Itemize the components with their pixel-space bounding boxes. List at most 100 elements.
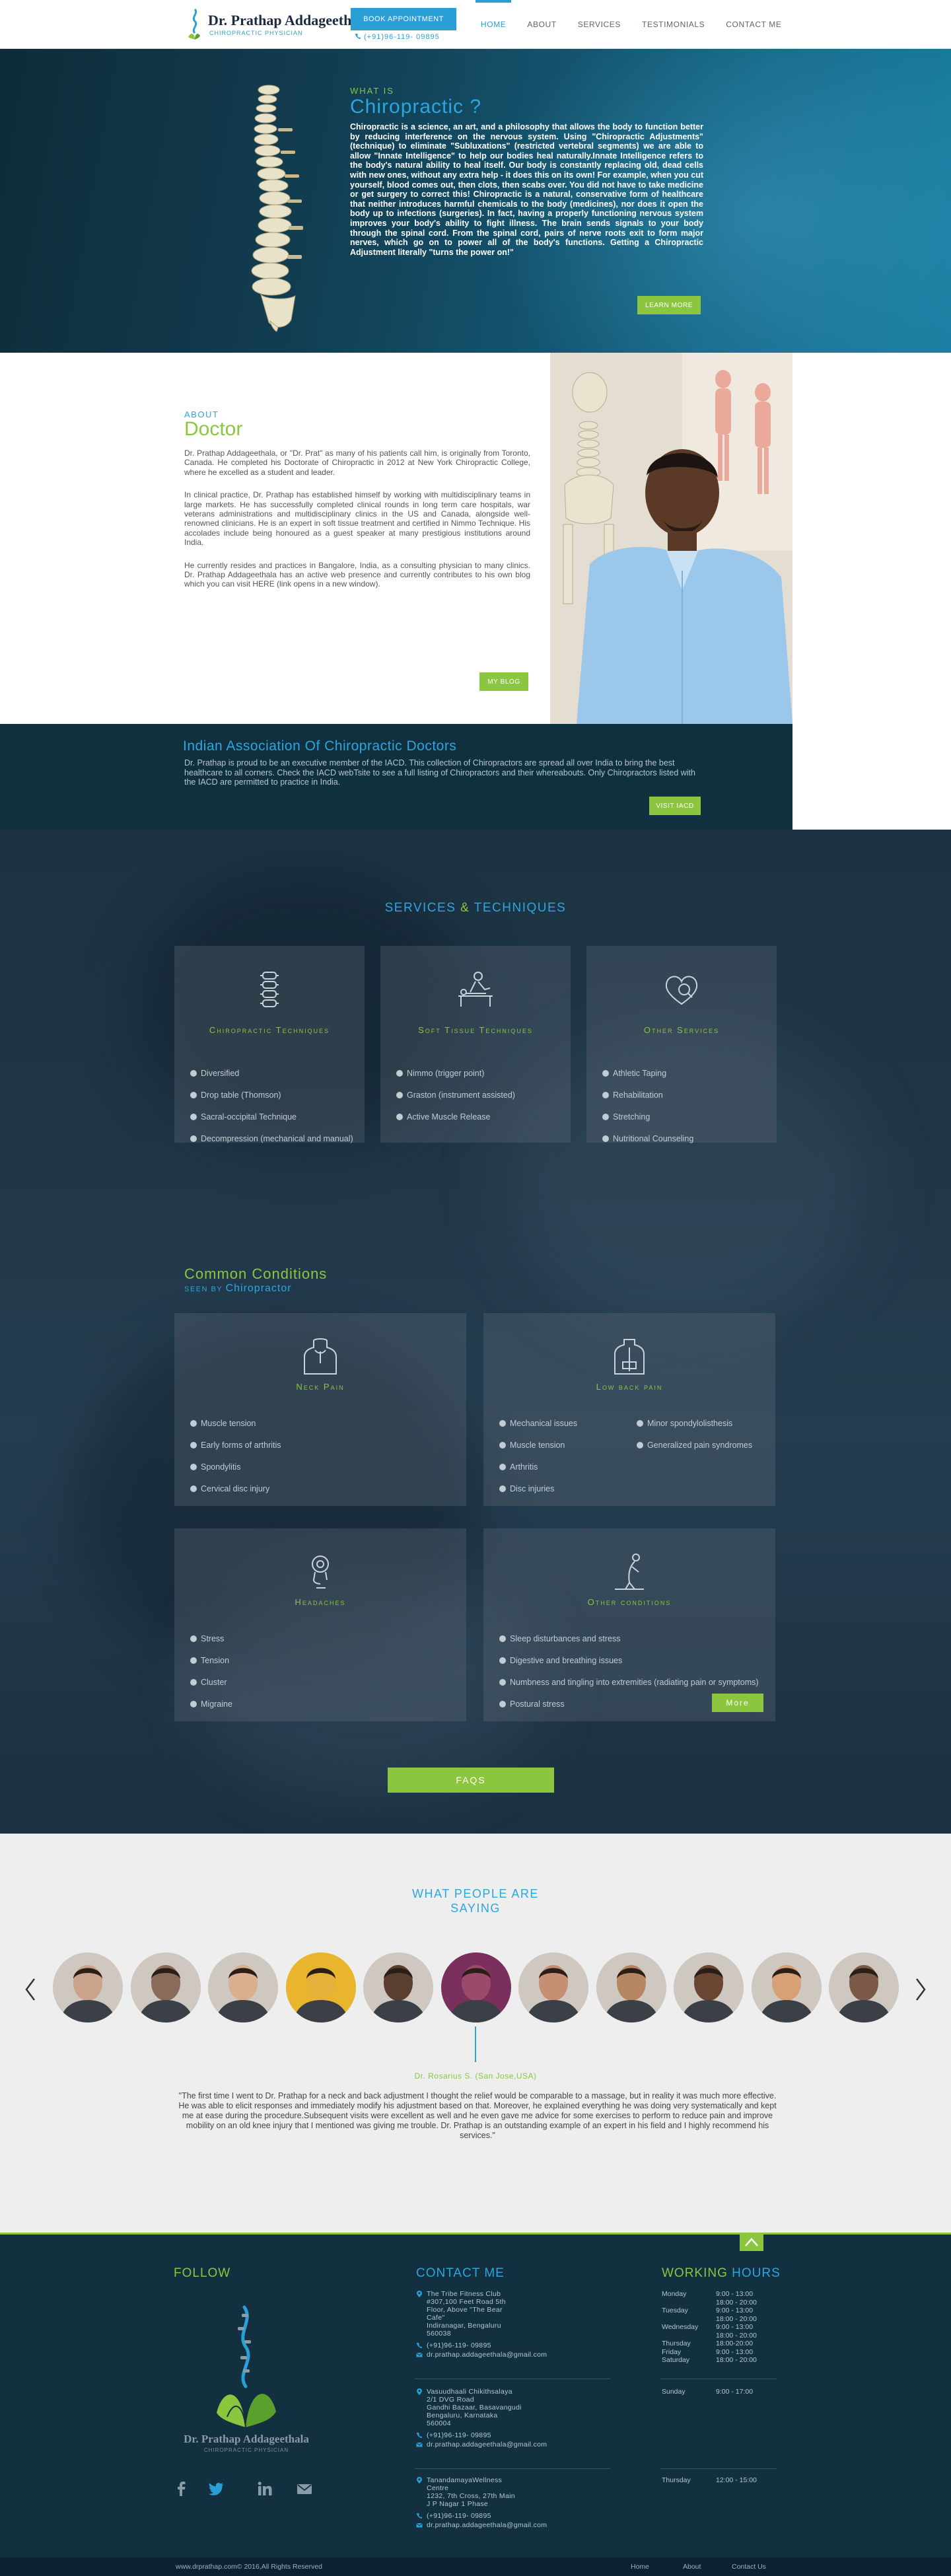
list-item: Digestive and breathing issues	[499, 1656, 763, 1666]
address-line: 1232, 7th Cross, 27th Main	[427, 2492, 515, 2500]
email-address: dr.prathap.addageethala@gmail.com	[427, 2521, 547, 2529]
list-item: Muscle tension	[190, 1419, 441, 1429]
testimonial-avatar[interactable]	[363, 1952, 433, 2022]
copyright: www.drprathap.com© 2016,All Rights Reser…	[176, 2563, 322, 2571]
nav-home[interactable]: HOME	[470, 0, 516, 49]
book-appointment-button[interactable]: BOOK APPOINTMENT	[351, 8, 456, 30]
faqs-button[interactable]: FAQS	[388, 1768, 554, 1793]
condition-list: Muscle tension Early forms of arthritis …	[190, 1419, 441, 1506]
service-card-title: Chiropractic Techniques	[209, 1025, 330, 1035]
location-phone[interactable]: (+91)96-119- 09895	[416, 2342, 608, 2349]
facebook-icon[interactable]	[173, 2480, 190, 2497]
email-address: dr.prathap.addageethala@gmail.com	[427, 2441, 547, 2449]
conditions-sub-a: SEEN BY	[184, 1285, 223, 1293]
scroll-to-top-icon[interactable]	[740, 2233, 763, 2251]
testimonial-avatar[interactable]	[208, 1952, 278, 2022]
hours-time: 18:00-20:00	[716, 2340, 754, 2347]
testimonial-avatar[interactable]	[440, 1952, 511, 2022]
testimonial-avatar[interactable]	[829, 1952, 899, 2022]
list-item: Stress	[190, 1634, 441, 1644]
location-phone[interactable]: (+91)96-119- 09895	[416, 2431, 608, 2439]
testimonial-avatar[interactable]	[596, 1952, 666, 2022]
nav-contact[interactable]: CONTACT ME	[715, 0, 792, 49]
hours-row: 18:00 - 20:00	[662, 2299, 781, 2307]
visit-iacd-button[interactable]: VISIT IACD	[649, 797, 701, 815]
site-header: Dr. Prathap Addageethala CHIROPRACTIC PH…	[0, 0, 951, 49]
list-item: Active Muscle Release	[396, 1112, 563, 1122]
hero-title: Chiropractic ?	[350, 96, 482, 118]
hours-time: 12:00 - 15:00	[716, 2476, 757, 2484]
condition-list-secondary: Minor spondylolisthesis Generalized pain…	[637, 1419, 762, 1462]
location-phone[interactable]: (+91)96-119- 09895	[416, 2512, 608, 2520]
list-item: Muscle tension	[499, 1441, 625, 1450]
phone-number: (+91)96-119- 09895	[427, 2512, 491, 2520]
testimonials-title-line2: SAYING	[450, 1902, 501, 1915]
testimonial-avatar[interactable]	[674, 1952, 744, 2022]
list-item: Sleep disturbances and stress	[499, 1634, 763, 1644]
conditions-title: Common Conditions	[184, 1266, 328, 1282]
location-tribe: The Tribe Fitness Club #307,100 Feet Roa…	[416, 2290, 608, 2359]
list-item: Mechanical issues	[499, 1419, 625, 1429]
footer-nav-contact[interactable]: Contact Us	[732, 2563, 766, 2571]
list-item: Decompression (mechanical and manual)	[190, 1134, 357, 1144]
hours-group-2: Sunday 9:00 - 17:00	[662, 2388, 781, 2396]
testimonial-avatar[interactable]	[53, 1952, 123, 2022]
testimonial-pointer-line	[475, 2026, 476, 2062]
linkedin-icon[interactable]	[256, 2480, 273, 2497]
nav-services[interactable]: SERVICES	[567, 0, 631, 49]
testimonial-avatar[interactable]	[285, 1952, 356, 2022]
list-item: Arthritis	[499, 1462, 625, 1472]
service-card-soft-tissue: Soft Tissue Techniques Nimmo (trigger po…	[380, 946, 571, 1143]
nav-about[interactable]: ABOUT	[516, 0, 567, 49]
my-blog-button[interactable]: MY BLOG	[479, 672, 528, 691]
conditions-subtitle: SEEN BY Chiropractor	[184, 1283, 292, 1295]
hours-row: Wednesday 9:00 - 13:00	[662, 2323, 781, 2332]
service-card-other: Other Services Athletic Taping Rehabilit…	[586, 946, 777, 1143]
testimonial-avatar[interactable]	[130, 1952, 201, 2022]
list-item: Disc injuries	[499, 1484, 625, 1494]
phone-icon	[355, 34, 361, 39]
address-line: Floor, Above "The Bear	[427, 2306, 503, 2314]
hours-day: Wednesday	[662, 2323, 699, 2331]
footer-nav-home[interactable]: Home	[631, 2563, 649, 2571]
testimonial-avatar[interactable]	[518, 1952, 588, 2022]
hours-row: 18:00 - 20:00	[662, 2315, 781, 2324]
location-address: Vasuudhaali Chikithsalaya 2/1 DVG Road G…	[416, 2388, 608, 2427]
list-item: Diversified	[190, 1069, 357, 1079]
hours-row: Friday 9:00 - 13:00	[662, 2348, 781, 2357]
chevron-right-icon[interactable]	[913, 1976, 929, 2003]
location-email[interactable]: dr.prathap.addageethala@gmail.com	[416, 2441, 608, 2449]
chevron-left-icon[interactable]	[22, 1976, 38, 2003]
condition-card-title: Low back pain	[596, 1382, 663, 1392]
service-list: Athletic Taping Rehabilitation Stretchin…	[602, 1069, 769, 1156]
footer-logo-mark	[217, 2305, 276, 2428]
address-line: 560004	[427, 2419, 451, 2427]
learn-more-button[interactable]: LEARN MORE	[637, 296, 701, 314]
services-title: SERVICES & TECHNIQUES	[0, 901, 951, 915]
phone-icon	[417, 2513, 422, 2519]
hours-row: 18:00 - 20:00	[662, 2332, 781, 2340]
list-item: Minor spondylolisthesis	[637, 1419, 762, 1429]
doctor-photo	[550, 353, 792, 724]
location-address: TanandamayaWellness Centre 1232, 7th Cro…	[416, 2476, 608, 2508]
list-item: Spondylitis	[190, 1462, 441, 1472]
hours-day: Saturday	[662, 2356, 690, 2364]
location-email[interactable]: dr.prathap.addageethala@gmail.com	[416, 2521, 608, 2529]
spine-icon	[260, 972, 279, 1007]
condition-card-headaches: Headaches Stress Tension Cluster Migrain…	[174, 1528, 466, 1721]
spine-logo-icon	[188, 8, 200, 40]
twitter-icon[interactable]	[207, 2480, 225, 2497]
doctor-photo-image	[550, 353, 792, 724]
condition-card-title: Neck Pain	[296, 1382, 345, 1392]
more-conditions-button[interactable]: More	[712, 1694, 763, 1712]
hours-time: 9:00 - 17:00	[716, 2388, 754, 2396]
nav-testimonials[interactable]: TESTIMONIALS	[631, 0, 715, 49]
hours-time: 18:00 - 20:00	[716, 2298, 757, 2307]
footer-nav-about[interactable]: About	[683, 2563, 701, 2571]
hours-group-3: Thursday 12:00 - 15:00	[662, 2476, 781, 2485]
location-email[interactable]: dr.prathap.addageethala@gmail.com	[416, 2351, 608, 2359]
condition-card-low-back: Low back pain Mechanical issues Muscle t…	[483, 1313, 775, 1506]
testimonial-avatar[interactable]	[751, 1952, 822, 2022]
mail-icon[interactable]	[296, 2480, 313, 2497]
list-item: Nimmo (trigger point)	[396, 1069, 563, 1079]
